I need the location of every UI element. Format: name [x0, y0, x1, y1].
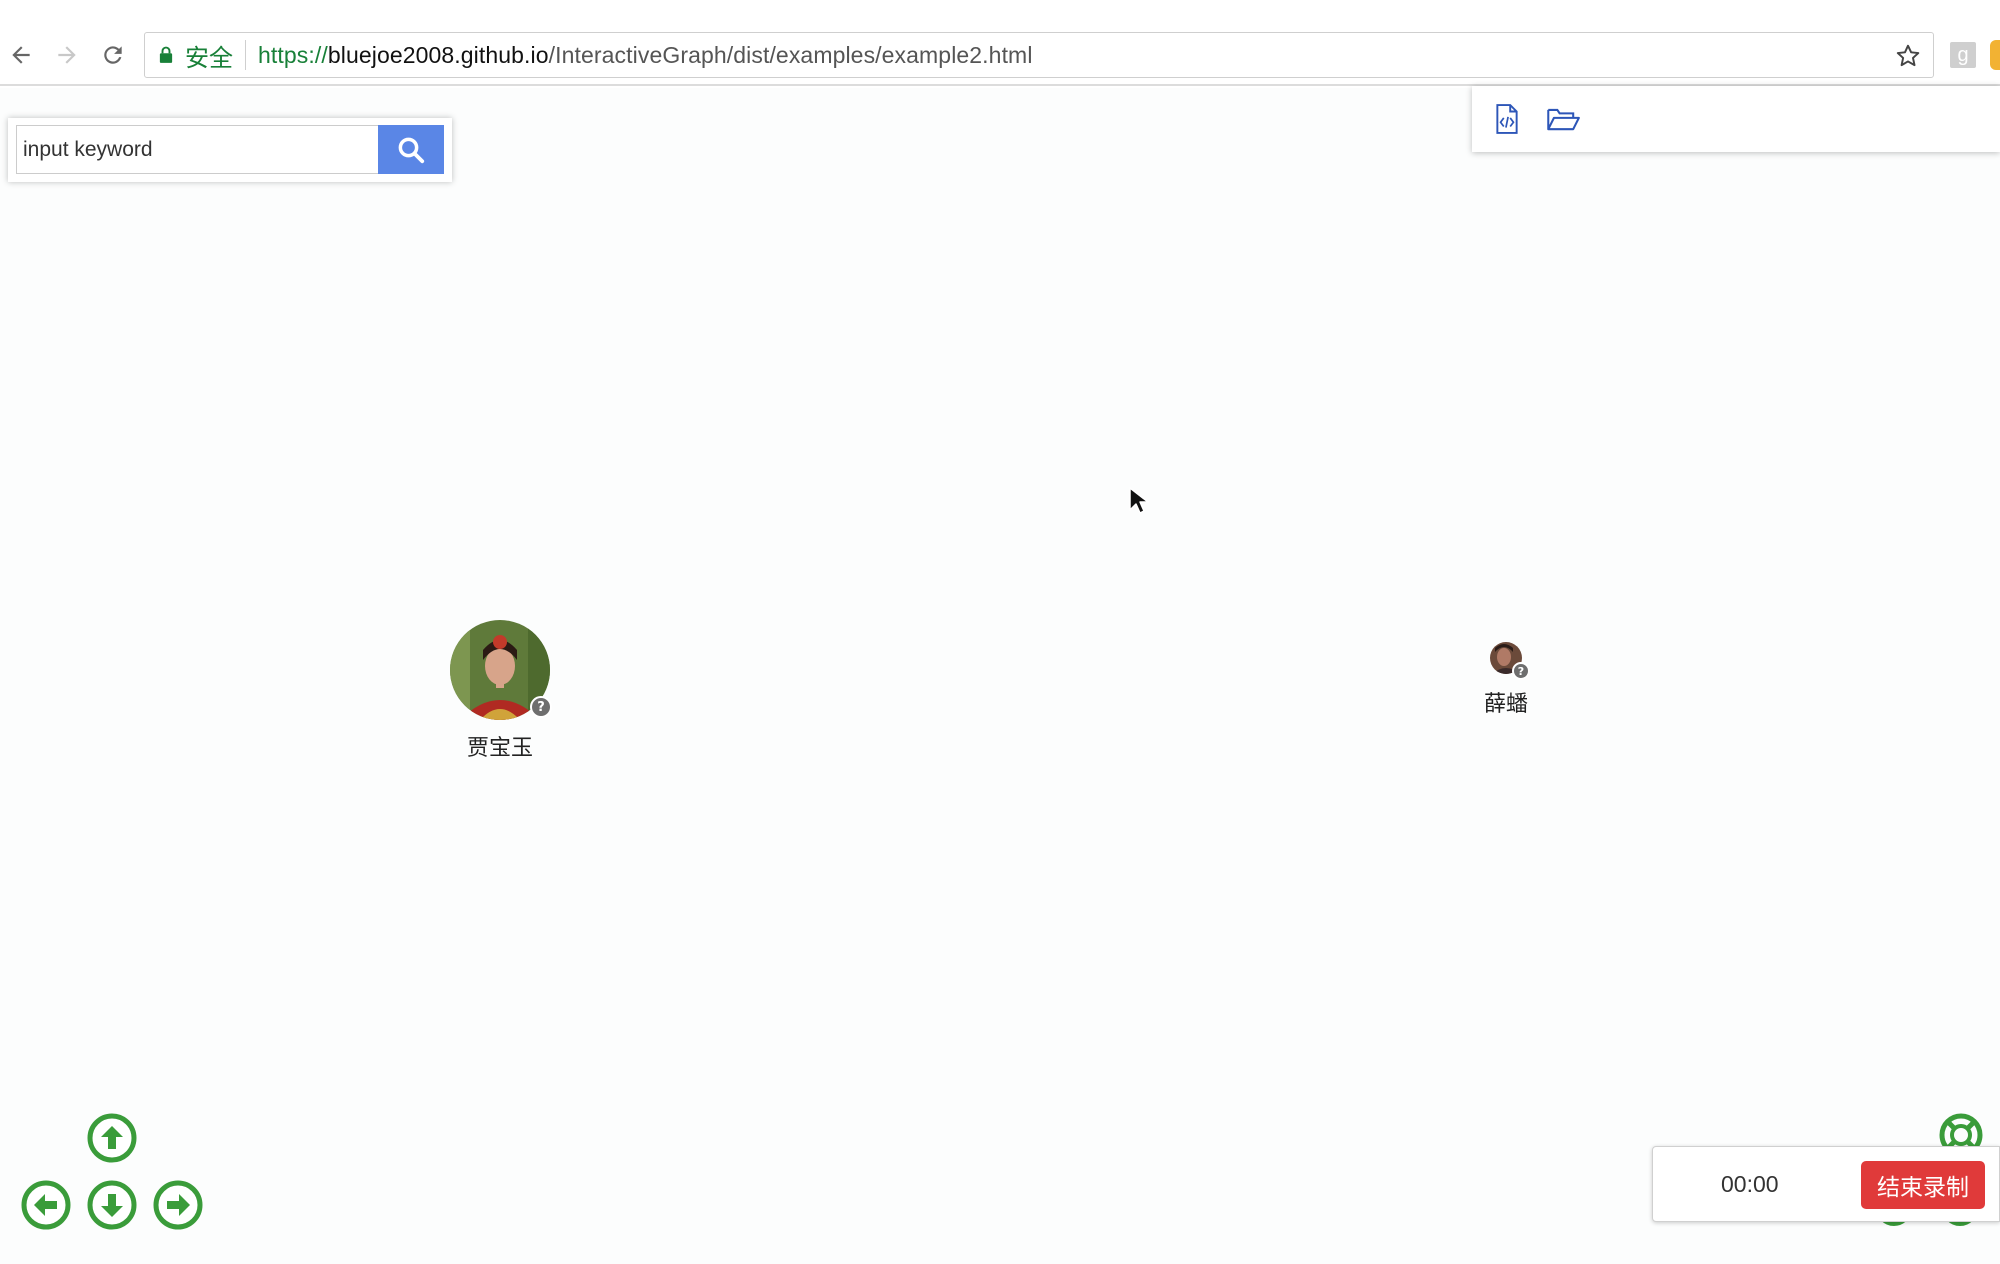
back-arrow-icon[interactable]	[4, 38, 38, 72]
star-icon[interactable]	[1893, 41, 1923, 71]
browser-toolbar: 安全 https://bluejoe2008.github.io/Interac…	[0, 0, 2000, 86]
recording-timer: 00:00	[1721, 1171, 1779, 1197]
graph-canvas[interactable]	[0, 88, 2000, 1264]
search-panel	[8, 118, 452, 182]
info-badge[interactable]: ?	[530, 696, 552, 718]
url-host: bluejoe2008.github.io	[327, 41, 549, 68]
forward-arrow-icon[interactable]	[50, 38, 84, 72]
search-button[interactable]	[378, 125, 444, 174]
arrow-down-icon	[87, 1180, 137, 1230]
node-avatar[interactable]: ?	[450, 620, 552, 720]
search-icon	[398, 137, 425, 163]
graph-node[interactable]: ? 薛蟠	[1458, 642, 1554, 718]
arrow-up-icon	[87, 1113, 137, 1163]
pan-up-button[interactable]	[87, 1113, 137, 1163]
recording-panel: 00:00 结束录制	[1652, 1146, 2000, 1222]
pan-right-button[interactable]	[153, 1180, 203, 1230]
url-text: https://bluejoe2008.github.io/Interactiv…	[258, 42, 1033, 69]
extension-edge-icon[interactable]	[1990, 40, 2000, 70]
mouse-cursor-icon	[1128, 486, 1150, 516]
arrow-right-icon	[153, 1180, 203, 1230]
search-input[interactable]	[16, 125, 378, 174]
export-source-icon[interactable]	[1490, 102, 1524, 136]
node-label: 贾宝玉	[466, 736, 533, 761]
omnibox-divider	[245, 40, 246, 70]
lock-icon	[159, 45, 175, 65]
address-bar[interactable]: 安全 https://bluejoe2008.github.io/Interac…	[144, 32, 1934, 78]
extension-icon[interactable]: g	[1950, 42, 1976, 68]
info-badge[interactable]: ?	[1512, 662, 1530, 680]
graph-node[interactable]: ? 贾宝玉	[436, 620, 564, 762]
security-label: 安全	[185, 43, 233, 72]
graph-toolbar	[1472, 86, 2000, 152]
node-avatar[interactable]: ?	[1490, 642, 1530, 680]
pan-down-button[interactable]	[87, 1180, 137, 1230]
reload-icon[interactable]	[96, 38, 130, 72]
pan-left-button[interactable]	[21, 1180, 71, 1230]
stop-recording-button[interactable]: 结束录制	[1861, 1161, 1985, 1209]
open-folder-icon[interactable]	[1546, 102, 1580, 136]
arrow-left-icon	[21, 1180, 71, 1230]
url-path: /InteractiveGraph/dist/examples/example2…	[548, 41, 1033, 68]
url-scheme: https://	[258, 41, 328, 68]
node-label: 薛蟠	[1483, 692, 1528, 717]
